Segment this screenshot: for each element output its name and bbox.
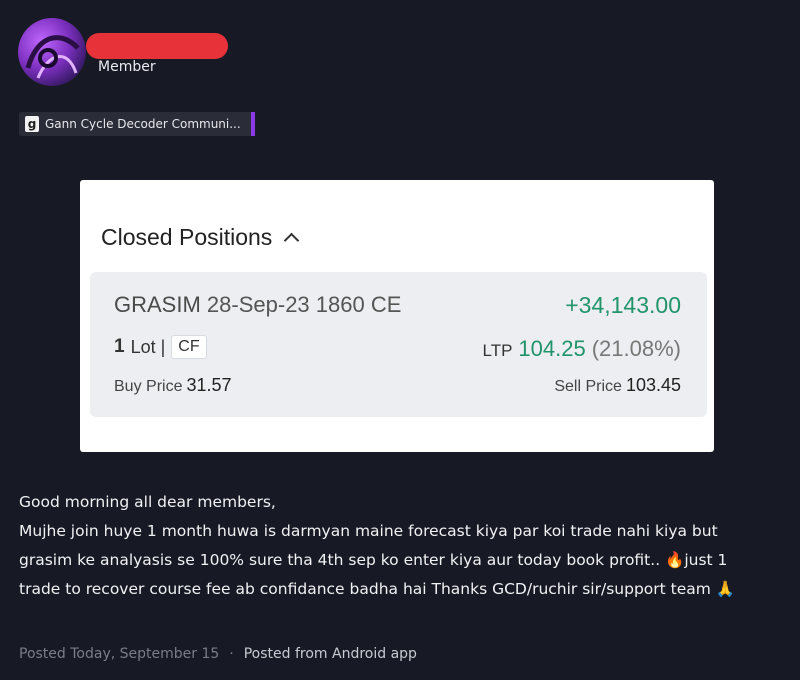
community-accent-bar bbox=[251, 112, 255, 136]
ltp-label: LTP bbox=[482, 341, 513, 360]
post-line: grasim ke analyasis se 100% sure tha 4th… bbox=[19, 551, 728, 569]
community-name: Gann Cycle Decoder Communi... bbox=[45, 117, 241, 131]
post-line: trade to recover course fee ab confidanc… bbox=[19, 580, 736, 598]
buy-price: Buy Price 31.57 bbox=[114, 375, 232, 396]
lot-qty: 1 bbox=[114, 336, 125, 357]
posted-source: Posted from Android app bbox=[243, 646, 417, 662]
contract-details: 28-Sep-23 1860 CE bbox=[206, 292, 402, 317]
lot-label: Lot | bbox=[130, 336, 166, 357]
buy-price-label: Buy Price bbox=[114, 378, 183, 395]
position-pnl: +34,143.00 bbox=[565, 292, 681, 318]
sell-price: Sell Price 103.45 bbox=[554, 375, 681, 396]
position-symbol: GRASIM 28-Sep-23 1860 CE bbox=[114, 292, 401, 318]
ltp-info: LTP 104.25 (21.08%) bbox=[483, 336, 682, 362]
community-tag[interactable]: g Gann Cycle Decoder Communi... bbox=[19, 112, 255, 136]
redacted-username bbox=[86, 33, 228, 59]
buy-price-value: 31.57 bbox=[186, 375, 232, 395]
cf-badge: CF bbox=[171, 335, 207, 359]
community-logo-icon: g bbox=[25, 116, 39, 132]
ltp-change: (21.08%) bbox=[591, 336, 681, 361]
closed-positions-header[interactable]: Closed Positions bbox=[101, 224, 300, 251]
post-line: Mujhe join huye 1 month huwa is darmyan … bbox=[19, 522, 718, 540]
avatar-art bbox=[25, 35, 80, 79]
post-line: Good morning all dear members, bbox=[19, 493, 276, 511]
member-role: Member bbox=[98, 59, 156, 75]
symbol-name: GRASIM bbox=[114, 292, 201, 317]
footer-separator: · bbox=[229, 646, 234, 662]
avatar[interactable] bbox=[18, 18, 86, 86]
position-row[interactable]: GRASIM 28-Sep-23 1860 CE +34,143.00 1 Lo… bbox=[90, 272, 707, 417]
sell-price-label: Sell Price bbox=[554, 378, 622, 395]
ltp-value: 104.25 bbox=[518, 336, 586, 361]
closed-positions-title: Closed Positions bbox=[101, 224, 273, 250]
chevron-up-icon[interactable] bbox=[284, 232, 300, 249]
sell-price-value: 103.45 bbox=[625, 375, 681, 395]
posted-date: Posted Today, September 15 bbox=[19, 646, 220, 662]
closed-positions-screenshot[interactable]: Closed Positions GRASIM 28-Sep-23 1860 C… bbox=[80, 180, 714, 452]
lot-info: 1 Lot | CF bbox=[114, 335, 207, 359]
post-body: Good morning all dear members, Mujhe joi… bbox=[19, 488, 789, 604]
post-footer: Posted Today, September 15 · Posted from… bbox=[19, 646, 417, 662]
